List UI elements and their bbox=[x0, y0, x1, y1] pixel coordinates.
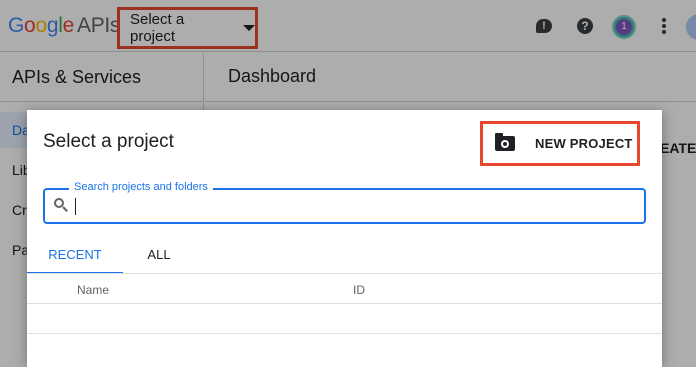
column-header-id[interactable]: ID bbox=[353, 283, 365, 297]
table-row bbox=[27, 304, 662, 334]
select-project-dialog: Select a project NEW PROJECT Search proj… bbox=[27, 110, 662, 367]
tabs-divider bbox=[27, 273, 662, 274]
new-project-button[interactable]: NEW PROJECT bbox=[480, 121, 640, 166]
tab-all[interactable]: ALL bbox=[123, 240, 195, 274]
folder-settings-icon bbox=[495, 133, 515, 151]
tab-recent[interactable]: RECENT bbox=[27, 240, 123, 274]
text-cursor bbox=[75, 198, 76, 215]
dialog-title: Select a project bbox=[43, 131, 174, 152]
new-project-label: NEW PROJECT bbox=[535, 136, 633, 151]
search-field-label: Search projects and folders bbox=[69, 181, 213, 193]
column-header-name[interactable]: Name bbox=[77, 283, 109, 297]
search-input[interactable] bbox=[75, 197, 635, 217]
search-icon bbox=[54, 198, 69, 213]
